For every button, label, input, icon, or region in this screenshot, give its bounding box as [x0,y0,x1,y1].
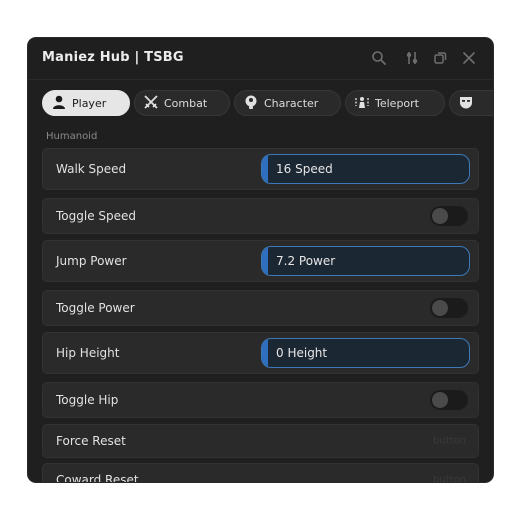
tab-player[interactable]: Player [42,90,130,116]
toggle-knob [432,392,448,408]
toggle-speed-switch[interactable] [430,206,468,226]
force-reset-label: Force Reset [56,434,126,448]
settings-icon[interactable] [401,47,423,69]
tab-label: Character [264,96,319,110]
character-icon [243,94,259,113]
toggle-speed-label: Toggle Speed [56,209,137,223]
tab-label: Player [72,96,107,110]
minimize-icon[interactable] [429,47,451,69]
button-hint: button [433,474,466,483]
slider-value: 16 Speed [276,162,333,176]
toggle-hip-switch[interactable] [430,390,468,410]
tab-mask[interactable] [449,90,493,116]
search-icon[interactable] [368,47,390,69]
hub-window: Maniez Hub | TSBG Player Combat Characte… [28,38,493,482]
jump-power-slider[interactable]: 7.2 Power [261,246,470,276]
walk-speed-slider[interactable]: 16 Speed [261,154,470,184]
slider-fill [262,247,268,275]
hip-height-slider[interactable]: 0 Height [261,338,470,368]
toggle-hip-row[interactable]: Toggle Hip [42,382,479,418]
toggle-power-switch[interactable] [430,298,468,318]
teleport-icon [354,94,370,113]
jump-power-row: Jump Power 7.2 Power [42,240,479,282]
hip-height-row: Hip Height 0 Height [42,332,479,374]
user-icon [51,94,67,113]
slider-fill [262,155,268,183]
force-reset-button[interactable]: Force Reset button [42,424,479,458]
tab-teleport[interactable]: Teleport [345,90,445,116]
toggle-power-label: Toggle Power [56,301,135,315]
toggle-knob [432,300,448,316]
tab-label: Teleport [375,96,419,110]
coward-reset-button[interactable]: Coward Reset button [42,463,479,482]
tab-combat[interactable]: Combat [134,90,230,116]
toggle-hip-label: Toggle Hip [56,393,119,407]
tab-character[interactable]: Character [234,90,341,116]
section-humanoid: Humanoid [46,131,98,142]
slider-fill [262,339,268,367]
jump-power-label: Jump Power [56,254,127,268]
hip-height-label: Hip Height [56,346,120,360]
coward-reset-label: Coward Reset [56,473,139,482]
close-icon[interactable] [458,47,480,69]
toggle-power-row[interactable]: Toggle Power [42,290,479,326]
crossed-swords-icon [143,94,159,113]
walk-speed-row: Walk Speed 16 Speed [42,148,479,190]
slider-value: 7.2 Power [276,254,336,268]
tab-label: Combat [164,96,208,110]
walk-speed-label: Walk Speed [56,162,127,176]
window-title: Maniez Hub | TSBG [42,50,184,65]
tab-bar: Player Combat Character Teleport [28,86,493,122]
button-hint: button [433,435,466,447]
toggle-speed-row[interactable]: Toggle Speed [42,198,479,234]
slider-value: 0 Height [276,346,328,360]
toggle-knob [432,208,448,224]
mask-icon [458,94,474,113]
title-bar: Maniez Hub | TSBG [28,38,493,80]
